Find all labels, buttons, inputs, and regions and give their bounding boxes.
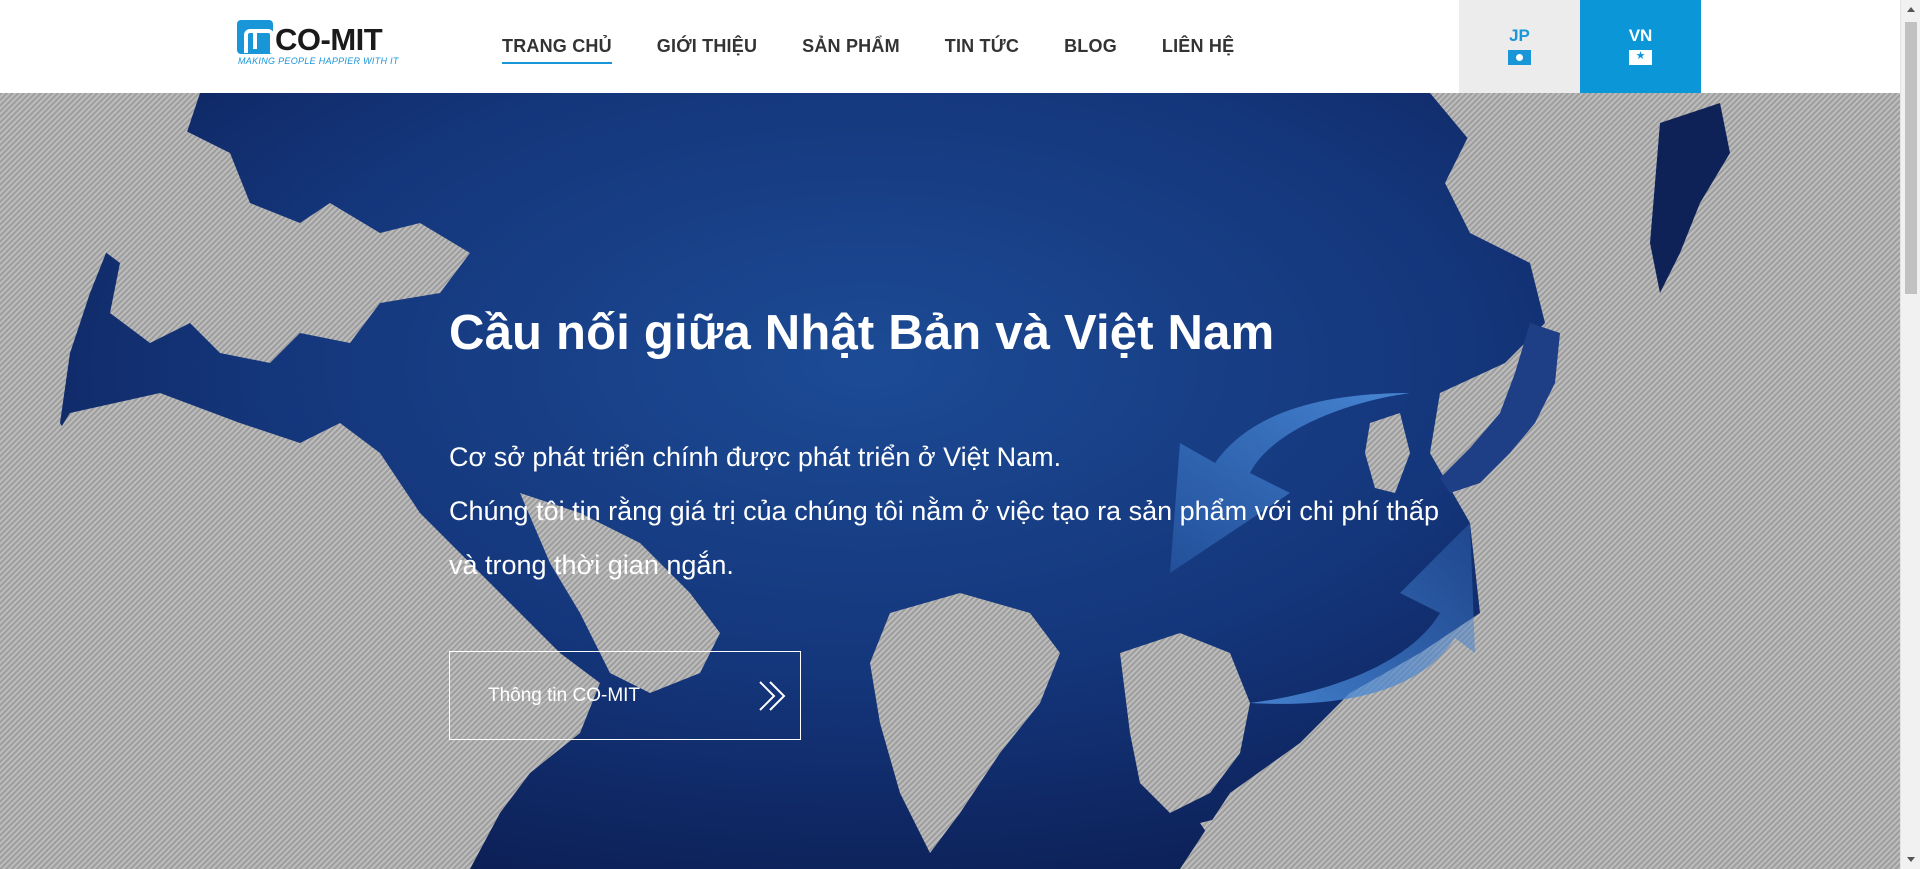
- site-logo[interactable]: CO-MIT MAKING PEOPLE HAPPIER WITH IT: [237, 20, 399, 70]
- double-chevron-right-icon: [759, 681, 786, 711]
- site-header: CO-MIT MAKING PEOPLE HAPPIER WITH IT TRA…: [0, 0, 1900, 93]
- nav-item-contact[interactable]: LIÊN HỆ: [1162, 30, 1234, 63]
- nav-item-news[interactable]: TIN TỨC: [945, 30, 1019, 63]
- vertical-scrollbar[interactable]: [1900, 0, 1920, 869]
- scroll-down-arrow-icon[interactable]: [1901, 849, 1920, 869]
- hero-section: Cầu nối giữa Nhật Bản và Việt Nam Cơ sở …: [0, 93, 1900, 869]
- language-jp-label: JP: [1509, 26, 1530, 45]
- nav-item-about[interactable]: GIỚI THIỆU: [657, 30, 757, 63]
- language-vn-button[interactable]: VN: [1580, 0, 1701, 93]
- hero-line-2: Chúng tôi tin rằng giá trị của chúng tôi…: [449, 496, 1439, 580]
- comit-info-button-label: Thông tin CO-MIT: [488, 685, 641, 706]
- hero-line-1: Cơ sở phát triển chính được phát triển ở…: [449, 442, 1062, 472]
- logo-text: CO-MIT: [275, 22, 383, 57]
- hero-title: Cầu nối giữa Nhật Bản và Việt Nam: [449, 306, 1275, 360]
- nav-item-home[interactable]: TRANG CHỦ: [502, 30, 612, 64]
- nav-item-blog[interactable]: BLOG: [1064, 30, 1117, 63]
- hero-description: Cơ sở phát triển chính được phát triển ở…: [449, 430, 1449, 592]
- vietnam-flag-icon: [1629, 48, 1652, 65]
- comit-info-button[interactable]: Thông tin CO-MIT: [449, 651, 801, 740]
- comit-logo-icon: [237, 20, 274, 54]
- scrollbar-thumb[interactable]: [1905, 22, 1917, 294]
- japan-flag-icon: [1508, 50, 1531, 65]
- main-nav: TRANG CHỦ GIỚI THIỆU SẢN PHẨM TIN TỨC BL…: [502, 0, 1279, 93]
- nav-item-products[interactable]: SẢN PHẨM: [802, 30, 900, 63]
- logo-tagline: MAKING PEOPLE HAPPIER WITH IT: [238, 56, 399, 66]
- language-jp-button[interactable]: JP: [1459, 0, 1580, 93]
- scroll-up-arrow-icon[interactable]: [1901, 0, 1920, 20]
- language-vn-label: VN: [1628, 26, 1653, 45]
